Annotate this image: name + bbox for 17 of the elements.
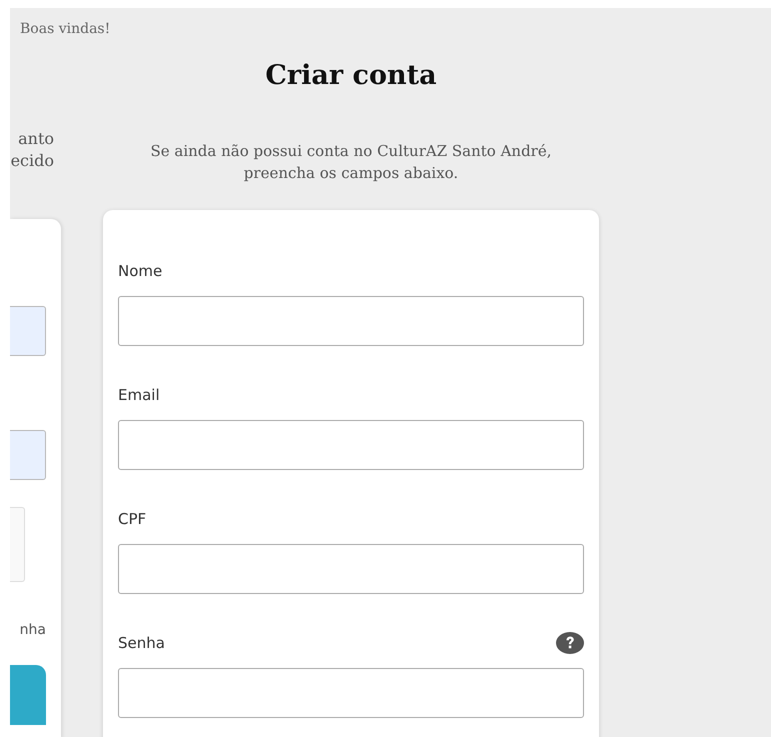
intro-text: ecido <box>10 150 54 172</box>
link-text[interactable]: nha <box>20 620 46 640</box>
intro-text: anto <box>18 128 54 150</box>
field-label: Email <box>118 386 160 404</box>
field-label: Senha <box>118 634 165 652</box>
input-field[interactable] <box>118 420 584 470</box>
input-field[interactable] <box>10 306 46 356</box>
page-title: Criar conta <box>265 59 437 93</box>
help-icon[interactable] <box>556 632 584 654</box>
welcome-text: Boas vindas! <box>19 20 112 38</box>
field-label: CPF <box>118 510 146 528</box>
intro-text: Se ainda não possui conta no CulturAZ Santo André, preencha os campos abaixo. <box>149 141 552 184</box>
input-field[interactable] <box>118 296 584 346</box>
input-field[interactable] <box>10 430 46 480</box>
input-field[interactable] <box>118 544 584 594</box>
input-field[interactable] <box>118 668 584 718</box>
field-label: Nome <box>118 262 162 280</box>
